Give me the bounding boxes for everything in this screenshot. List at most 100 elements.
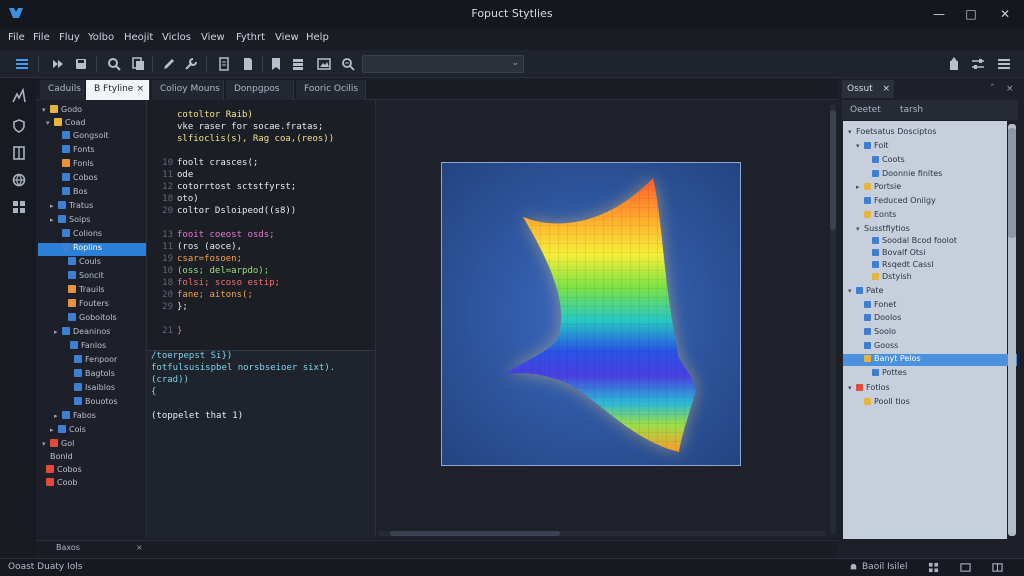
- sliders-icon[interactable]: [970, 56, 986, 72]
- tree-item[interactable]: Bouotos: [66, 397, 118, 410]
- outline-item[interactable]: ▾ Foetsatus Dosciptos: [848, 127, 936, 139]
- outline-item[interactable]: Pottes: [864, 368, 907, 380]
- split-icon[interactable]: [992, 562, 1003, 573]
- outline-item[interactable]: Fonet: [856, 300, 896, 312]
- tree-item[interactable]: Fonls: [54, 159, 94, 172]
- extensions-icon[interactable]: [11, 199, 27, 215]
- close-window-button[interactable]: ✕: [994, 4, 1016, 24]
- outline-item[interactable]: Coots: [864, 155, 905, 167]
- menu-fluy[interactable]: Fluy: [59, 32, 80, 43]
- more-menu-icon[interactable]: [996, 56, 1012, 72]
- outline-item[interactable]: Eonts: [856, 210, 896, 222]
- zoom-icon[interactable]: [340, 56, 356, 72]
- outline-item[interactable]: ▾ Fotlos: [848, 383, 890, 395]
- tree-item[interactable]: ▸ Fabos: [54, 411, 96, 424]
- outline-item[interactable]: Bovalf Otsi: [864, 248, 925, 260]
- footer-tab[interactable]: Baxos: [56, 543, 80, 552]
- outline-item[interactable]: Soodal Bcod foolot: [864, 236, 957, 248]
- outline-item[interactable]: Soolo: [856, 327, 896, 339]
- tree-item[interactable]: Coob: [38, 478, 77, 491]
- menu-view[interactable]: View: [201, 32, 225, 43]
- image-icon[interactable]: [316, 56, 332, 72]
- tree-item[interactable]: Fouters: [60, 299, 109, 312]
- tab-b-ftyline[interactable]: B Ftyline ×: [86, 80, 150, 100]
- menu-view-2[interactable]: View: [275, 32, 299, 43]
- close-panel-icon[interactable]: ×: [1006, 84, 1014, 94]
- outline-item[interactable]: Doolos: [856, 313, 901, 325]
- tree-item[interactable]: Cobos: [38, 465, 82, 478]
- search-icon[interactable]: [106, 56, 122, 72]
- chevron-icon[interactable]: ▸: [54, 328, 62, 336]
- tree-item[interactable]: Soncit: [60, 271, 104, 284]
- tree-item[interactable]: Isaiblos: [66, 383, 115, 396]
- plot-scrollbar-thumb[interactable]: [830, 110, 836, 230]
- bell-icon[interactable]: [848, 562, 859, 573]
- globe-icon[interactable]: [11, 172, 27, 188]
- chevron-icon[interactable]: ▸: [50, 202, 58, 210]
- outline-item[interactable]: Banyt Pelos: [843, 354, 1017, 366]
- sparkle-icon[interactable]: [11, 88, 27, 104]
- pen-icon[interactable]: [161, 56, 177, 72]
- chevron-icon[interactable]: ▾: [42, 440, 50, 448]
- tree-item[interactable]: ▾ Godo: [42, 105, 82, 118]
- minimize-button[interactable]: —: [928, 4, 950, 24]
- outline-item[interactable]: ▾ Susstfiytios: [856, 224, 910, 236]
- tree-item[interactable]: Colions: [54, 229, 102, 242]
- close-icon[interactable]: ×: [882, 80, 890, 98]
- layers-icon[interactable]: [290, 56, 306, 72]
- chevron-icon[interactable]: ▸: [856, 183, 864, 191]
- chevron-icon[interactable]: ▾: [848, 384, 856, 392]
- tree-item[interactable]: ▸ Tratus: [50, 201, 93, 214]
- tree-item[interactable]: Bos: [54, 187, 88, 200]
- chevron-icon[interactable]: ▸: [54, 412, 62, 420]
- tab-colioy-mouns[interactable]: Colioy Mouns: [152, 80, 224, 100]
- close-icon[interactable]: ×: [136, 80, 144, 98]
- save-icon[interactable]: [73, 56, 89, 72]
- document-icon[interactable]: [216, 56, 232, 72]
- menu-file[interactable]: File: [8, 32, 25, 43]
- close-icon[interactable]: ×: [136, 543, 143, 552]
- chevron-icon[interactable]: ▸: [50, 216, 58, 224]
- menu-help[interactable]: Help: [306, 32, 329, 43]
- plot-scrollbar-thumb-horizontal[interactable]: [390, 531, 560, 536]
- chevron-icon[interactable]: ▾: [46, 119, 54, 127]
- tree-item[interactable]: Gongsoit: [54, 131, 109, 144]
- copy-icon[interactable]: [130, 56, 146, 72]
- tree-item[interactable]: ▸ Cois: [50, 425, 86, 438]
- subtab-oeetet[interactable]: Oeetet: [850, 105, 881, 115]
- chevron-icon[interactable]: ▾: [856, 225, 864, 233]
- maximize-button[interactable]: □: [960, 4, 982, 24]
- wrench-icon[interactable]: [183, 56, 199, 72]
- tree-item[interactable]: ▾ Gol: [42, 439, 74, 452]
- outline-item[interactable]: Feduced Onilgy: [856, 196, 936, 208]
- run-icon[interactable]: [50, 56, 66, 72]
- outline-item[interactable]: ▾ Pate: [848, 286, 883, 298]
- outline-item[interactable]: Dstyish: [864, 272, 912, 284]
- tree-item[interactable]: Bonld: [42, 452, 73, 465]
- outline-item[interactable]: Rsqedt Cassl: [864, 260, 934, 272]
- tree-item[interactable]: ▸ Soips: [50, 215, 90, 228]
- tree-item[interactable]: Fonts: [54, 145, 95, 158]
- shield-icon[interactable]: [11, 118, 27, 134]
- subtab-tarsh[interactable]: tarsh: [900, 105, 923, 115]
- book-icon[interactable]: [11, 145, 27, 161]
- chevron-icon[interactable]: ▸: [50, 426, 58, 434]
- outline-item[interactable]: ▾ Folt: [856, 141, 889, 153]
- hamburger-menu-icon[interactable]: [14, 56, 30, 72]
- chevron-icon[interactable]: ▾: [42, 106, 50, 114]
- layout-icon[interactable]: [960, 562, 971, 573]
- chevron-icon[interactable]: ▾: [856, 142, 864, 150]
- upload-icon[interactable]: [946, 56, 962, 72]
- file-icon[interactable]: [240, 56, 256, 72]
- tab-donpgpos[interactable]: Donpgpos: [226, 80, 294, 100]
- chevron-up-icon[interactable]: ˆ: [990, 84, 995, 94]
- bookmark-icon[interactable]: [268, 56, 284, 72]
- outline-item[interactable]: ▸ Portsie: [856, 182, 901, 194]
- tree-item[interactable]: Fenpoor: [66, 355, 117, 368]
- tree-item[interactable]: Goboitols: [60, 313, 117, 326]
- menu-fythrt[interactable]: Fythrt: [236, 32, 265, 43]
- tree-item[interactable]: Fanlos: [62, 341, 106, 354]
- menu-heojit[interactable]: Heojit: [124, 32, 153, 43]
- tree-item[interactable]: Couls: [60, 257, 101, 270]
- tree-item[interactable]: Bagtols: [66, 369, 115, 382]
